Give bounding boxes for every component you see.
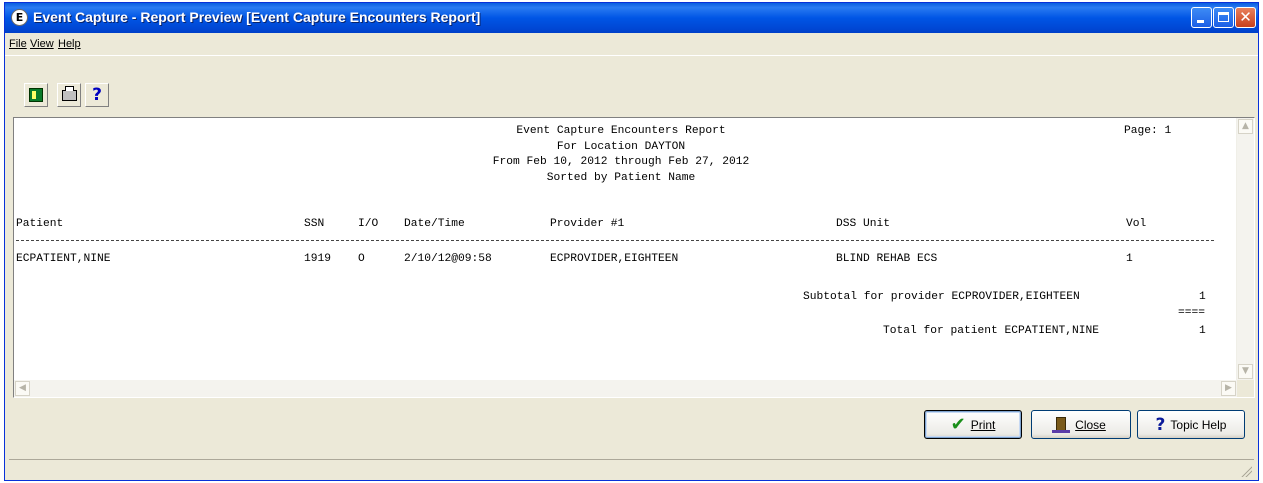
- report-preview-pane[interactable]: Event Capture Encounters Report Page: 1 …: [13, 117, 1255, 398]
- print-button-label: Print: [970, 417, 996, 432]
- exit-door-icon: [29, 88, 43, 102]
- row-patient: ECPATIENT,NINE: [16, 253, 111, 265]
- row-provider: ECPROVIDER,EIGHTEEN: [550, 253, 679, 265]
- resize-grip-icon[interactable]: [1240, 465, 1252, 477]
- scroll-left-icon[interactable]: ◀: [15, 381, 30, 396]
- report-content: Event Capture Encounters Report Page: 1 …: [16, 124, 1234, 376]
- report-title: Event Capture Encounters Report: [516, 125, 726, 137]
- report-sort: Sorted by Patient Name: [546, 171, 696, 184]
- total-value: 1: [1199, 325, 1206, 337]
- menu-help-label: Help: [58, 38, 81, 50]
- maximize-icon: [1218, 12, 1229, 22]
- horizontal-scrollbar[interactable]: ◀ ▶: [14, 380, 1237, 397]
- checkmark-icon: ✔: [950, 414, 966, 435]
- menu-bar: File View Help: [5, 33, 1258, 56]
- maximize-button[interactable]: [1213, 7, 1234, 28]
- scroll-right-icon[interactable]: ▶: [1221, 381, 1236, 396]
- toolbar: ?: [5, 56, 1258, 114]
- column-header-patient: Patient: [16, 218, 64, 230]
- subtotal-separator: ====: [1178, 307, 1206, 319]
- column-header-dss-unit: DSS Unit: [836, 218, 891, 230]
- row-ssn: 1919: [304, 253, 332, 265]
- question-mark-icon: ?: [1155, 414, 1166, 435]
- menu-file-label: File: [9, 38, 27, 50]
- menu-file[interactable]: File: [9, 38, 27, 50]
- subtotal-value: 1: [1199, 291, 1206, 303]
- close-window-button[interactable]: ✕: [1235, 7, 1256, 28]
- page-number: Page: 1: [1124, 125, 1172, 137]
- topic-help-label: Topic Help: [1170, 417, 1227, 432]
- scroll-corner: [1237, 380, 1254, 397]
- subtotal-label: Subtotal for provider ECPROVIDER,EIGHTEE…: [803, 291, 1080, 303]
- row-datetime: 2/10/12@09:58: [404, 253, 492, 265]
- row-dss-unit: BLIND REHAB ECS: [836, 253, 938, 265]
- vertical-scrollbar[interactable]: ▲ ▼: [1236, 118, 1254, 380]
- status-bar: [9, 459, 1254, 479]
- column-header-io: I/O: [358, 218, 379, 230]
- close-icon: ✕: [1239, 8, 1252, 26]
- column-header-ssn: SSN: [304, 218, 325, 230]
- app-icon: E: [11, 9, 28, 26]
- column-header-provider: Provider #1: [550, 218, 625, 230]
- printer-icon: [61, 86, 77, 101]
- title-bar[interactable]: E Event Capture - Report Preview [Event …: [5, 3, 1258, 33]
- help-icon: ?: [92, 85, 102, 105]
- row-io: O: [358, 253, 365, 265]
- scroll-up-icon[interactable]: ▲: [1238, 119, 1253, 134]
- menu-help[interactable]: Help: [58, 38, 81, 50]
- door-icon: [1052, 417, 1071, 433]
- column-header-datetime: Date/Time: [404, 218, 465, 230]
- scroll-down-icon[interactable]: ▼: [1238, 364, 1253, 379]
- help-toolbar-button[interactable]: ?: [85, 83, 109, 107]
- close-button-label: Close: [1075, 417, 1106, 432]
- minimize-button[interactable]: [1191, 7, 1212, 28]
- topic-help-button[interactable]: ? Topic Help: [1137, 410, 1245, 439]
- total-label: Total for patient ECPATIENT,NINE: [883, 325, 1100, 337]
- exit-toolbar-button[interactable]: [24, 83, 48, 107]
- print-button[interactable]: ✔ Print: [924, 410, 1022, 439]
- menu-view-label: View: [30, 38, 54, 50]
- report-location: For Location DAYTON: [556, 140, 686, 153]
- minimize-icon: [1197, 20, 1204, 23]
- report-preview-window: E Event Capture - Report Preview [Event …: [4, 2, 1259, 481]
- menu-view[interactable]: View: [30, 38, 54, 50]
- report-date-range: From Feb 10, 2012 through Feb 27, 2012: [492, 156, 750, 168]
- window-title: Event Capture - Report Preview [Event Ca…: [33, 9, 481, 25]
- column-header-vol: Vol: [1126, 218, 1147, 230]
- header-separator: [16, 240, 1214, 241]
- print-toolbar-button[interactable]: [57, 83, 81, 107]
- row-vol: 1: [1126, 253, 1133, 265]
- close-button[interactable]: Close: [1031, 410, 1131, 439]
